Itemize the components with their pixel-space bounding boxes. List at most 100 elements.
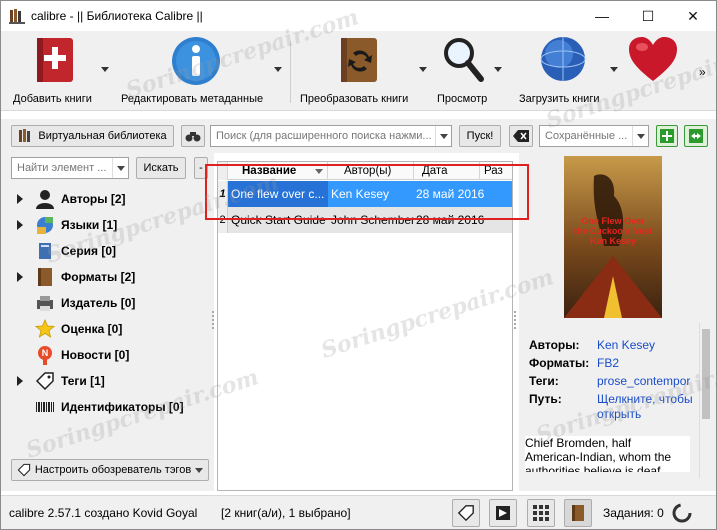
find-button-label: Искать [143,162,179,174]
tag-browser-toggle-button[interactable] [452,499,480,527]
view-label: Просмотр [437,93,488,105]
calibre-window: calibre - || Библиотека Calibre || — ☐ ✕… [0,0,717,530]
book-icon [38,268,52,286]
cover-text: One Flew Over the Cuckoo's Nest Ken Kese… [564,216,662,246]
spinner-icon [672,503,692,523]
search-row: Виртуальная библиотека Поиск (для расшир… [1,119,716,153]
tag-icon [35,372,54,391]
meta-value-formats[interactable]: FB2 [597,356,707,370]
find-item-input[interactable]: Найти элемент ... [11,157,129,179]
cover-browser-toggle-button[interactable] [489,499,517,527]
convert-books-dropdown[interactable] [419,67,427,72]
clear-search-button[interactable] [509,125,533,147]
window-title: calibre - || Библиотека Calibre || [31,9,203,23]
svg-text:N: N [42,348,49,358]
library-icon [19,129,31,142]
find-button[interactable]: Искать [136,157,186,179]
publisher-icon [37,296,53,311]
binoculars-button[interactable] [181,125,205,147]
add-book-icon [37,38,73,82]
tree-item-rating[interactable]: Оценка [0] [1,316,211,342]
meta-label-formats: Форматы: [529,356,590,370]
languages-icon [37,217,53,234]
manage-searches-button[interactable] [684,125,708,147]
cover-title-line: the Cuckoo's Nest [573,226,653,236]
cover-browser-icon [496,506,510,520]
book-details-toggle-button[interactable] [564,499,592,527]
user-icon [36,190,54,209]
close-button[interactable]: ✕ [670,1,716,31]
book-icon [572,505,584,521]
virtual-library-button[interactable]: Виртуальная библиотека [11,125,174,147]
convert-books-label: Преобразовать книги [300,93,409,105]
search-placeholder: Поиск (для расширенного поиска нажми... [216,130,432,142]
status-book-count: [2 книг(а/и), 1 выбрано] [221,506,351,520]
meta-value-authors[interactable]: Ken Kesey [597,338,707,352]
tree-label: Форматы [2] [61,270,136,284]
edit-metadata-dropdown[interactable] [274,67,282,72]
search-go-button[interactable]: Пуск! [459,125,501,147]
expand-arrow-icon[interactable] [17,376,23,386]
view-dropdown[interactable] [494,67,502,72]
add-books-label: Добавить книги [13,93,92,105]
details-scrollbar[interactable] [699,323,711,478]
convert-book-icon [341,38,377,82]
grid-icon [533,505,549,521]
search-input[interactable]: Поиск (для расширенного поиска нажми... [210,125,452,147]
maximize-button[interactable]: ☐ [625,1,671,31]
convert-books-button[interactable] [335,35,385,88]
binoculars-icon [185,132,201,142]
virtual-library-label: Виртуальная библиотека [38,130,167,142]
save-search-button[interactable] [656,125,678,147]
find-item-placeholder: Найти элемент ... [17,162,107,174]
tree-item-publisher[interactable]: Издатель [0] [1,290,211,316]
tree-label: Издатель [0] [61,296,136,310]
tag-icon [17,463,30,477]
tree-item-formats[interactable]: Форматы [2] [1,264,211,290]
tree-label: Теги [1] [61,374,105,388]
book-cover[interactable]: One Flew Over the Cuckoo's Nest Ken Kese… [564,156,662,318]
expand-arrow-icon[interactable] [17,220,23,230]
chevron-down-icon [195,467,204,473]
saved-searches-dropdown[interactable] [632,126,648,146]
tag-icon [457,505,474,522]
star-icon [35,319,55,338]
maximize-icon: ☐ [641,7,655,24]
left-splitter-handle[interactable] [212,311,214,329]
get-books-dropdown[interactable] [610,67,618,72]
news-icon: N [38,346,52,365]
search-history-dropdown[interactable] [435,126,451,146]
tree-label: Новости [0] [61,348,130,362]
minimize-button[interactable]: — [579,1,625,31]
cover-title-line: One Flew Over [581,216,645,226]
status-version: calibre 2.57.1 создано Kovid Goyal [9,506,198,520]
find-item-dropdown[interactable] [112,158,128,178]
configure-tag-browser-label: Настроить обозреватель тэгов [34,464,192,476]
status-bar: calibre 2.57.1 создано Kovid Goyal [2 кн… [1,495,716,529]
expand-arrow-icon[interactable] [17,194,23,204]
tree-label: Авторы [2] [61,192,126,206]
magnifier-icon [444,38,484,82]
globe-icon [540,37,586,81]
expand-arrow-icon[interactable] [17,272,23,282]
calibre-logo-icon [9,9,25,24]
search-arrows-icon [689,129,703,143]
right-splitter-handle[interactable] [514,311,516,329]
view-button[interactable] [439,35,489,88]
grid-view-button[interactable] [527,499,555,527]
get-books-button[interactable] [538,35,588,88]
tree-item-news[interactable]: N Новости [0] [1,342,211,368]
configure-tag-browser-button[interactable]: Настроить обозреватель тэгов [11,459,209,481]
add-books-dropdown[interactable] [101,67,109,72]
tree-label: Оценка [0] [61,322,123,336]
minimize-icon: — [595,8,609,24]
meta-label-authors: Авторы: [529,338,580,352]
add-books-button[interactable] [31,35,81,88]
jobs-status[interactable]: Задания: 0 [603,506,664,520]
description-line: American-Indian, whom the [525,450,672,464]
description-line: authorities believe is deaf [525,464,661,472]
barcode-icon [36,402,54,412]
meta-label-tags: Теги: [529,374,559,388]
close-icon: ✕ [687,7,699,24]
plus-icon [660,129,674,143]
